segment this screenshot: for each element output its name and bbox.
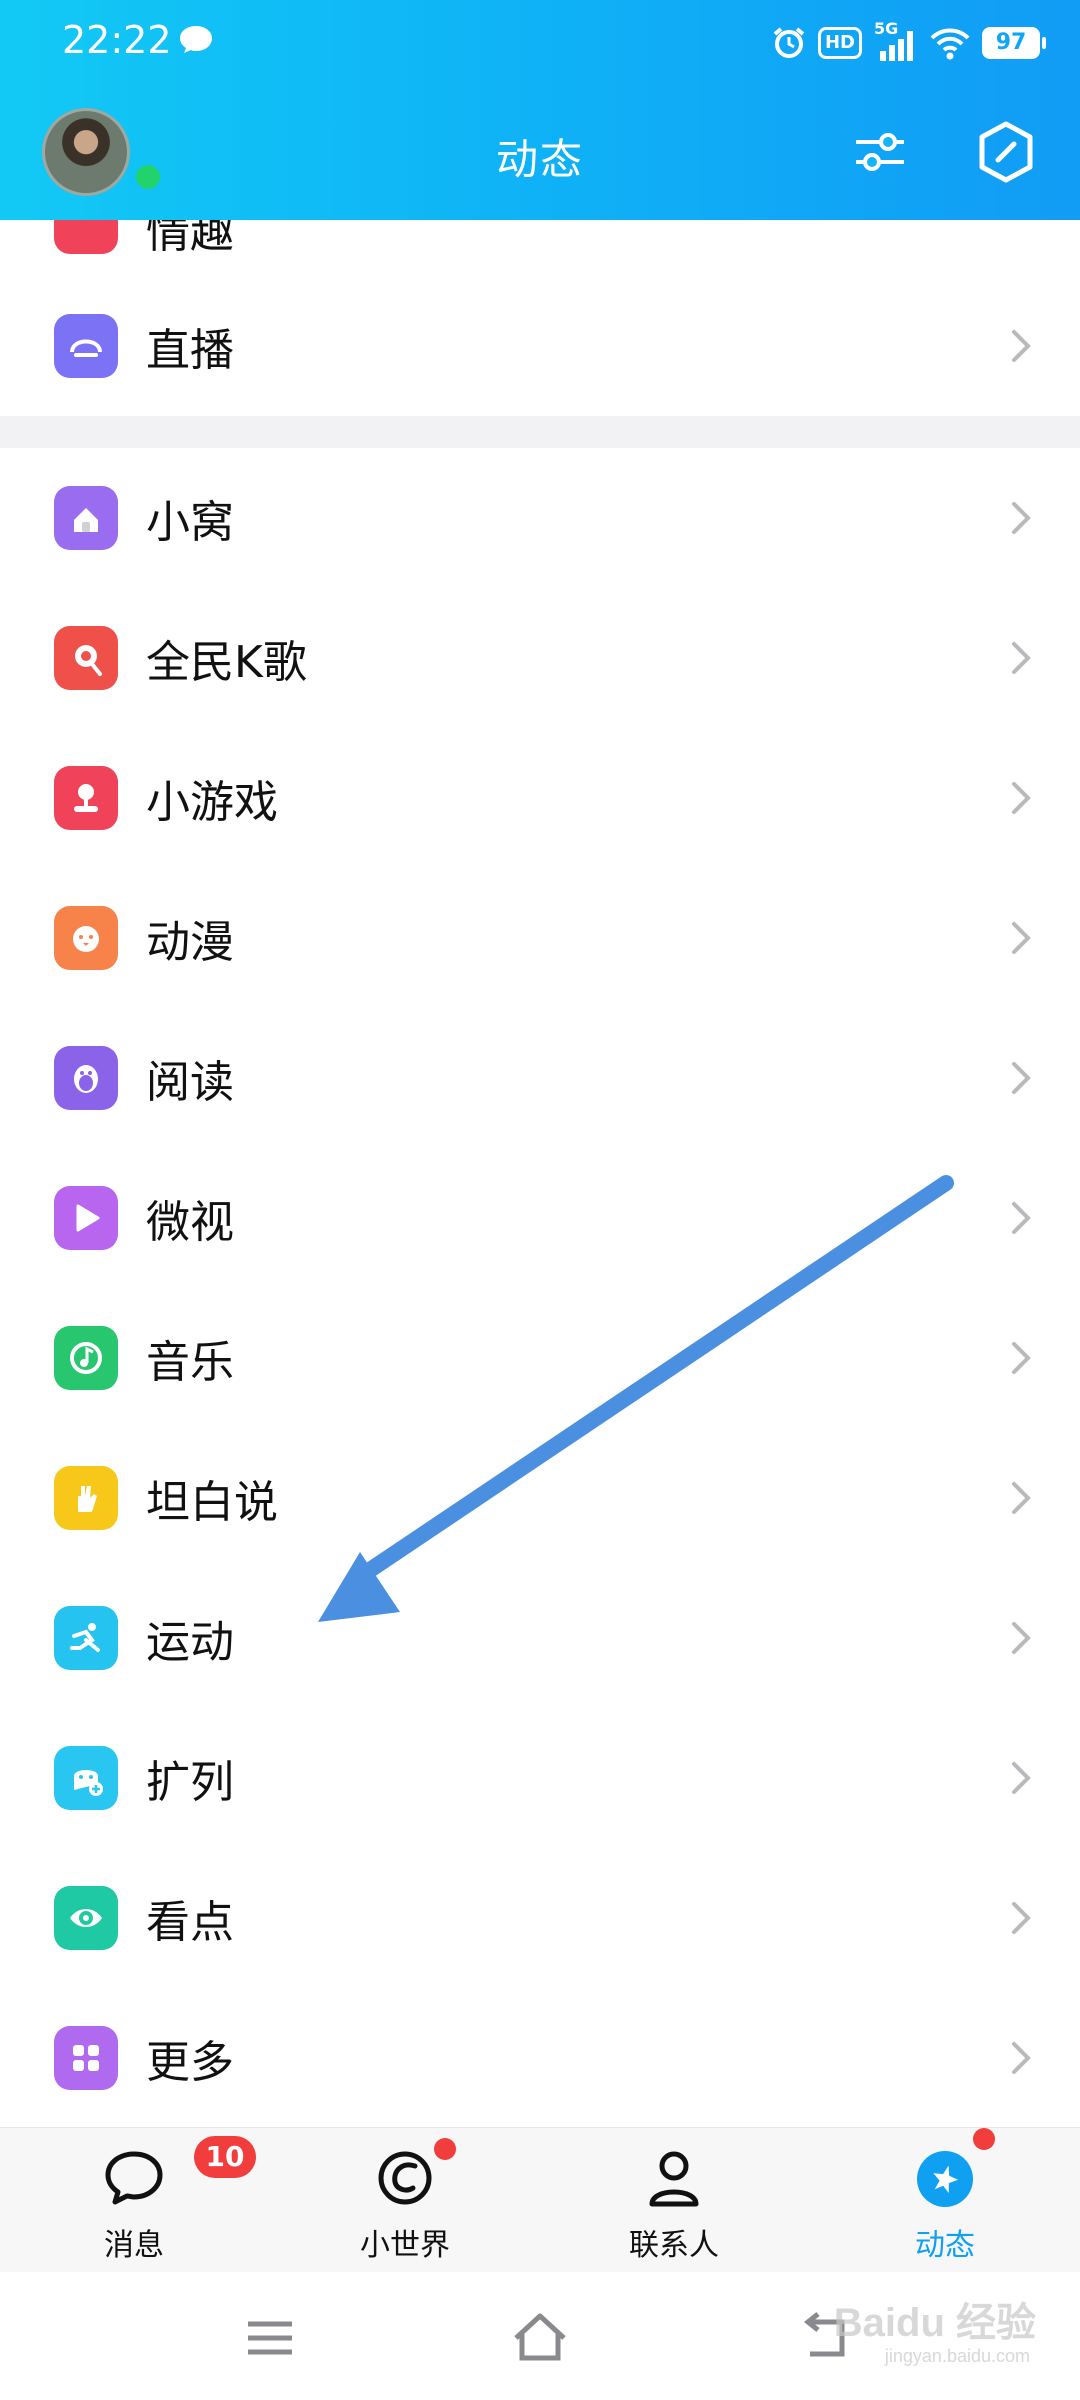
chevron-right-icon bbox=[1012, 782, 1031, 814]
live-broadcast-icon bbox=[54, 314, 118, 378]
grid-icon bbox=[54, 2026, 118, 2090]
feature-list: 情趣 直播 小窝全民K歌小游戏动漫阅读微视音乐坦白说运动扩列看点更多 bbox=[0, 220, 1080, 2127]
chevron-right-icon bbox=[1012, 1202, 1031, 1234]
list-item-anime[interactable]: 动漫 bbox=[0, 868, 1080, 1008]
list-item-label: 更多 bbox=[146, 2037, 234, 2088]
list-item-music[interactable]: 音乐 bbox=[0, 1288, 1080, 1428]
tab-messages[interactable]: 消息 10 bbox=[44, 2128, 256, 2273]
list-item-sport[interactable]: 运动 bbox=[0, 1568, 1080, 1708]
list-item-more[interactable]: 更多 bbox=[0, 1988, 1080, 2127]
battery-indicator: 97 bbox=[982, 27, 1046, 59]
chevron-right-icon bbox=[1012, 502, 1031, 534]
chat-bubble-icon bbox=[105, 2151, 163, 2205]
home-icon[interactable] bbox=[510, 2308, 570, 2368]
list-item-weishi[interactable]: 微视 bbox=[0, 1148, 1080, 1288]
list-item-label: 阅读 bbox=[146, 1057, 234, 1108]
app-header: 22:22 HD 5G 97 动态 bbox=[0, 0, 1080, 220]
tab-label: 联系人 bbox=[629, 2228, 719, 2263]
list-item-kuolie[interactable]: 扩列 bbox=[0, 1708, 1080, 1848]
list-item-label: 扩列 bbox=[146, 1757, 234, 1808]
cube-icon[interactable] bbox=[976, 120, 1036, 184]
tab-small-world[interactable]: 小世界 bbox=[315, 2128, 495, 2273]
partial-item-label: 情趣 bbox=[146, 220, 234, 258]
list-item-games[interactable]: 小游戏 bbox=[0, 728, 1080, 868]
tab-label: 消息 bbox=[104, 2228, 164, 2263]
menu-icon[interactable] bbox=[240, 2308, 300, 2368]
chevron-right-icon bbox=[1012, 1762, 1031, 1794]
chick-icon bbox=[54, 906, 118, 970]
chevron-right-icon bbox=[1012, 922, 1031, 954]
page-title: 动态 bbox=[495, 135, 584, 184]
tab-label: 小世界 bbox=[360, 2228, 450, 2263]
watermark-logo: Baidu 经验 bbox=[833, 2301, 1036, 2345]
list-item-label: 微视 bbox=[146, 1197, 234, 1248]
status-bar: 22:22 HD 5G 97 bbox=[0, 0, 1080, 88]
section-divider bbox=[0, 416, 1080, 448]
hd-badge: HD bbox=[817, 27, 862, 59]
chat-notification-icon bbox=[180, 26, 212, 53]
unread-count-badge: 10 bbox=[194, 2136, 256, 2178]
tab-feed[interactable]: 动态 bbox=[855, 2128, 1035, 2273]
tab-contacts[interactable]: 联系人 bbox=[584, 2128, 764, 2273]
music-note-icon bbox=[54, 1326, 118, 1390]
chevron-right-icon bbox=[1012, 642, 1031, 674]
list-item-label: 小窝 bbox=[146, 497, 234, 548]
runner-icon bbox=[54, 1606, 118, 1670]
house-icon bbox=[54, 486, 118, 550]
list-item-label: 全民K歌 bbox=[146, 637, 307, 688]
bottom-tab-bar: 消息 10 小世界 联系人 动态 bbox=[0, 2127, 1080, 2272]
wifi-icon bbox=[930, 28, 970, 60]
list-item-label: 看点 bbox=[146, 1897, 234, 1948]
list-item-tanbai[interactable]: 坦白说 bbox=[0, 1428, 1080, 1568]
list-item-reading[interactable]: 阅读 bbox=[0, 1008, 1080, 1148]
play-icon bbox=[54, 1186, 118, 1250]
status-icons: HD 5G 97 bbox=[772, 19, 1046, 66]
watermark-url: jingyan.baidu.com bbox=[884, 2346, 1030, 2366]
signal-icon: 5G bbox=[874, 19, 918, 63]
list-item-label: 小游戏 bbox=[146, 777, 278, 828]
star-compass-icon bbox=[917, 2151, 973, 2207]
chevron-right-icon bbox=[1012, 2042, 1031, 2074]
list-item-label: 音乐 bbox=[146, 1337, 234, 1388]
hand-icon bbox=[54, 1466, 118, 1530]
tab-label: 动态 bbox=[915, 2228, 975, 2263]
notification-dot bbox=[973, 2128, 995, 2150]
list-item-label: 坦白说 bbox=[146, 1477, 278, 1528]
karaoke-icon bbox=[54, 626, 118, 690]
list-item-label: 动漫 bbox=[146, 917, 234, 968]
list-item-live[interactable]: 直播 bbox=[0, 276, 1080, 416]
chevron-right-icon bbox=[1012, 330, 1031, 362]
chevron-right-icon bbox=[1012, 1062, 1031, 1094]
notification-dot bbox=[434, 2138, 456, 2160]
penguin-icon bbox=[54, 1046, 118, 1110]
list-item-label: 直播 bbox=[146, 325, 234, 376]
chevron-right-icon bbox=[1012, 1342, 1031, 1374]
person-icon bbox=[649, 2151, 699, 2207]
status-time: 22:22 bbox=[62, 18, 172, 62]
list-item-label: 运动 bbox=[146, 1617, 234, 1668]
filter-settings-icon[interactable] bbox=[852, 124, 908, 180]
eye-icon bbox=[54, 1886, 118, 1950]
small-world-icon bbox=[378, 2151, 432, 2205]
chevron-right-icon bbox=[1012, 1622, 1031, 1654]
list-item-kandian[interactable]: 看点 bbox=[0, 1848, 1080, 1988]
ghost-add-icon bbox=[54, 1746, 118, 1810]
chevron-right-icon bbox=[1012, 1482, 1031, 1514]
partial-item-icon bbox=[54, 220, 118, 254]
joystick-icon bbox=[54, 766, 118, 830]
chevron-right-icon bbox=[1012, 1902, 1031, 1934]
alarm-icon bbox=[773, 27, 805, 58]
list-item-xiaowo[interactable]: 小窝 bbox=[0, 448, 1080, 588]
list-item-ktv[interactable]: 全民K歌 bbox=[0, 588, 1080, 728]
